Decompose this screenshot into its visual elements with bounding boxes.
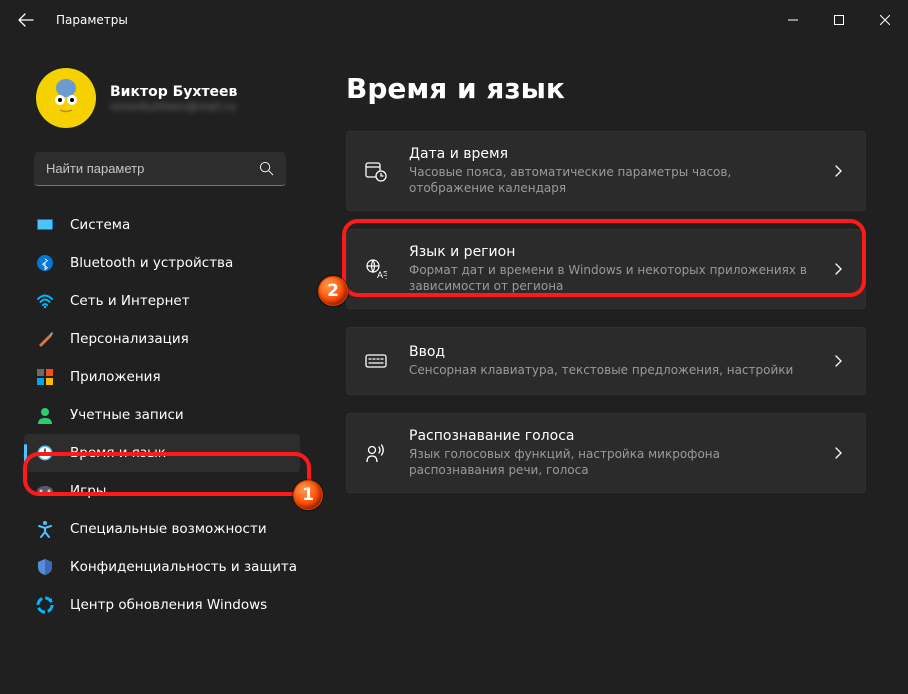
maximize-button[interactable] [816,0,862,40]
avatar [36,68,96,128]
search-input[interactable] [46,161,259,176]
sidebar-item-time-language[interactable]: Время и язык [24,434,300,472]
gamepad-icon [36,482,54,500]
card-desc: Язык голосовых функций, настройка микроф… [409,446,809,478]
card-title: Дата и время [409,146,809,162]
badge-1: 1 [293,480,323,510]
sidebar-item-update[interactable]: Центр обновления Windows [24,586,300,624]
card-language-region[interactable]: A字 Язык и регион Формат дат и времени в … [346,229,866,309]
sidebar-item-label: Специальные возможности [70,521,267,537]
user-email: victorbuhteev@mail.ru [110,100,237,113]
sidebar-item-gaming[interactable]: Игры [24,472,300,510]
bluetooth-icon [36,254,54,272]
sidebar-item-label: Система [70,217,130,233]
close-button[interactable] [862,0,908,40]
apps-icon [36,368,54,386]
user-name: Виктор Бухтеев [110,84,237,100]
keyboard-icon [365,350,387,372]
card-title: Язык и регион [409,244,809,260]
search-icon [259,161,274,176]
sidebar: Виктор Бухтеев victorbuhteev@mail.ru Сис… [0,40,310,694]
sidebar-item-label: Персонализация [70,331,189,347]
card-date-time[interactable]: Дата и время Часовые пояса, автоматическ… [346,131,866,211]
back-icon[interactable] [18,12,34,28]
sidebar-item-label: Конфиденциальность и защита [70,559,297,575]
update-icon [36,596,54,614]
chevron-right-icon [831,164,845,178]
language-icon: A字 [365,258,387,280]
card-title: Распознавание голоса [409,428,809,444]
calendar-clock-icon [365,160,387,182]
titlebar: Параметры [0,0,908,40]
sidebar-item-label: Bluetooth и устройства [70,255,233,271]
main-panel: Время и язык Дата и время Часовые пояса,… [310,40,908,694]
sidebar-item-label: Игры [70,483,106,499]
page-title: Время и язык [346,72,866,105]
system-icon [36,216,54,234]
brush-icon [36,330,54,348]
sidebar-nav: Система Bluetooth и устройства Сеть и Ин… [10,206,300,624]
sidebar-item-privacy[interactable]: Конфиденциальность и защита [24,548,300,586]
card-desc: Сенсорная клавиатура, текстовые предложе… [409,362,809,378]
minimize-button[interactable] [770,0,816,40]
card-desc: Часовые пояса, автоматические параметры … [409,164,809,196]
wifi-icon [36,292,54,310]
sidebar-item-label: Время и язык [70,445,166,461]
chevron-right-icon [831,262,845,276]
sidebar-item-bluetooth[interactable]: Bluetooth и устройства [24,244,300,282]
person-icon [36,406,54,424]
sidebar-item-accessibility[interactable]: Специальные возможности [24,510,300,548]
speech-icon [365,442,387,464]
svg-text:A字: A字 [377,269,387,280]
card-desc: Формат дат и времени в Windows и некотор… [409,262,809,294]
sidebar-item-label: Сеть и Интернет [70,293,190,309]
sidebar-item-label: Учетные записи [70,407,184,423]
sidebar-item-apps[interactable]: Приложения [24,358,300,396]
window-title: Параметры [56,13,128,27]
clock-icon [36,444,54,462]
accessibility-icon [36,520,54,538]
chevron-right-icon [831,354,845,368]
search-box[interactable] [34,152,286,186]
shield-icon [36,558,54,576]
sidebar-item-network[interactable]: Сеть и Интернет [24,282,300,320]
sidebar-item-label: Центр обновления Windows [70,597,267,613]
badge-2: 2 [318,276,348,306]
chevron-right-icon [831,446,845,460]
sidebar-item-accounts[interactable]: Учетные записи [24,396,300,434]
card-speech[interactable]: Распознавание голоса Язык голосовых функ… [346,413,866,493]
sidebar-item-personalization[interactable]: Персонализация [24,320,300,358]
sidebar-item-system[interactable]: Система [24,206,300,244]
card-input[interactable]: Ввод Сенсорная клавиатура, текстовые пре… [346,327,866,395]
card-title: Ввод [409,344,809,360]
user-block[interactable]: Виктор Бухтеев victorbuhteev@mail.ru [10,40,300,152]
sidebar-item-label: Приложения [70,369,161,385]
